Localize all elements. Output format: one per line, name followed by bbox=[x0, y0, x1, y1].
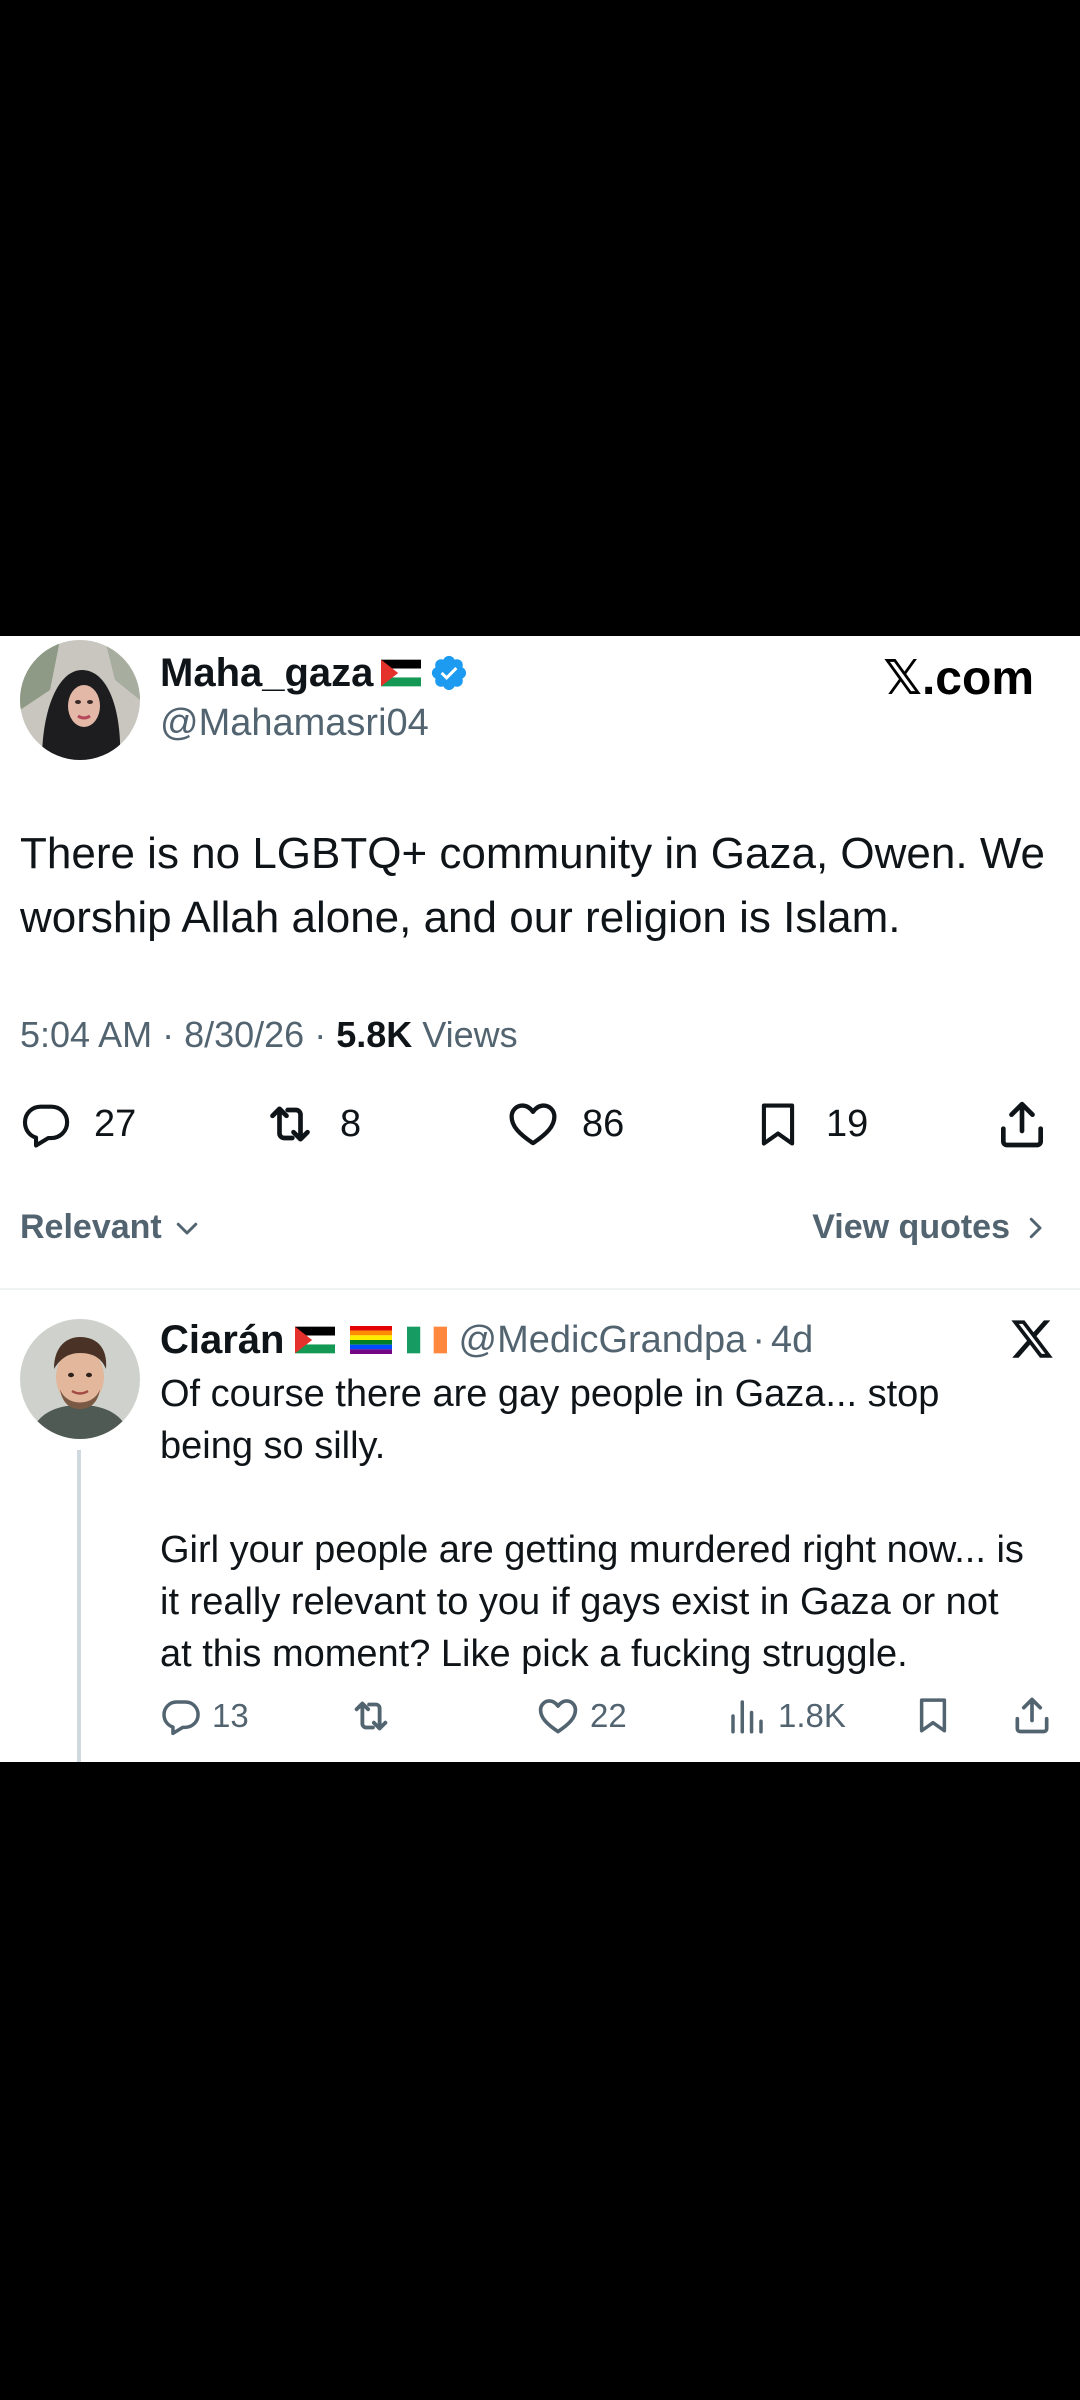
view-quotes-label: View quotes bbox=[812, 1208, 1010, 1246]
reply-author-name: Ciarán bbox=[160, 1317, 285, 1362]
reply-views-count: 1.8K bbox=[778, 1697, 846, 1734]
reply-button[interactable]: 27 bbox=[20, 1094, 136, 1154]
tweet-date[interactable]: 8/30/26 bbox=[184, 1014, 304, 1055]
reply-views-button[interactable]: 1.8K bbox=[726, 1693, 846, 1739]
reply-age: 4d bbox=[770, 1318, 814, 1361]
bookmark-button[interactable]: 19 bbox=[752, 1094, 868, 1154]
reply-text-paragraph-2: Girl your people are getting murdered ri… bbox=[160, 1529, 1024, 1675]
reply-repost-button[interactable] bbox=[348, 1693, 394, 1739]
chevron-down-icon bbox=[172, 1213, 202, 1243]
reply-icon bbox=[160, 1695, 202, 1737]
author-avatar[interactable] bbox=[20, 640, 140, 760]
reply-like-button[interactable]: 22 bbox=[536, 1693, 627, 1739]
like-count: 86 bbox=[582, 1102, 625, 1145]
reply-icon bbox=[20, 1098, 72, 1150]
reply-bookmark-button[interactable] bbox=[912, 1694, 954, 1736]
x-logo-icon bbox=[1009, 1316, 1055, 1367]
author-name-row[interactable]: Maha_gaza bbox=[160, 648, 469, 698]
reply-header[interactable]: Ciarán @MedicGrandpa · 4d bbox=[160, 1315, 813, 1365]
share-icon bbox=[1010, 1693, 1054, 1737]
author-handle[interactable]: @Mahamasri04 bbox=[160, 702, 429, 745]
views-chart-icon bbox=[726, 1695, 768, 1737]
site-label: 𝕏.com bbox=[883, 652, 1034, 705]
divider bbox=[0, 1288, 1080, 1290]
repost-icon bbox=[348, 1693, 394, 1739]
views-count: 5.8K bbox=[336, 1014, 413, 1055]
chevron-right-icon bbox=[1020, 1213, 1050, 1243]
views-label: Views bbox=[422, 1014, 518, 1055]
tweet-card: Maha_gaza @Mahamasri04 𝕏.com There is no… bbox=[0, 636, 1080, 1762]
reply-text-paragraph-1: Of course there are gay people in Gaza..… bbox=[160, 1373, 940, 1467]
bookmark-icon bbox=[752, 1098, 804, 1150]
palestine-flag-icon bbox=[381, 659, 422, 687]
heart-icon bbox=[506, 1097, 560, 1151]
tweet-meta: 5:04 AM · 8/30/26 · 5.8K Views bbox=[20, 1014, 518, 1055]
heart-icon bbox=[536, 1694, 580, 1738]
reply-author-avatar[interactable] bbox=[20, 1319, 140, 1439]
sort-dropdown[interactable]: Relevant bbox=[20, 1208, 202, 1247]
rainbow-flag-icon bbox=[349, 1326, 393, 1354]
view-quotes-link[interactable]: View quotes bbox=[812, 1208, 1050, 1247]
reply-author-handle: @MedicGrandpa bbox=[458, 1318, 747, 1361]
reply-reply-button[interactable]: 13 bbox=[160, 1693, 249, 1739]
reply-like-count: 22 bbox=[590, 1697, 627, 1734]
reply-share-button[interactable] bbox=[1010, 1693, 1054, 1737]
tweet-time[interactable]: 5:04 AM bbox=[20, 1014, 152, 1055]
tweet-text: There is no LGBTQ+ community in Gaza, Ow… bbox=[20, 829, 1046, 942]
sort-label: Relevant bbox=[20, 1208, 162, 1246]
like-button[interactable]: 86 bbox=[506, 1094, 624, 1154]
reply-text: Of course there are gay people in Gaza..… bbox=[160, 1368, 1040, 1680]
reply-reply-count: 13 bbox=[212, 1697, 249, 1734]
bookmark-count: 19 bbox=[826, 1102, 869, 1145]
share-button[interactable] bbox=[994, 1096, 1050, 1152]
share-icon bbox=[994, 1096, 1050, 1152]
verified-badge-icon bbox=[429, 653, 469, 693]
ireland-flag-icon bbox=[406, 1326, 447, 1354]
author-display-name: Maha_gaza bbox=[160, 650, 374, 695]
repost-count: 8 bbox=[340, 1102, 362, 1145]
reply-count: 27 bbox=[94, 1102, 137, 1145]
thread-line bbox=[77, 1450, 81, 1762]
repost-button[interactable]: 8 bbox=[262, 1094, 361, 1154]
repost-icon bbox=[262, 1096, 318, 1152]
palestine-flag-icon bbox=[294, 1326, 335, 1354]
bookmark-icon bbox=[912, 1694, 954, 1736]
